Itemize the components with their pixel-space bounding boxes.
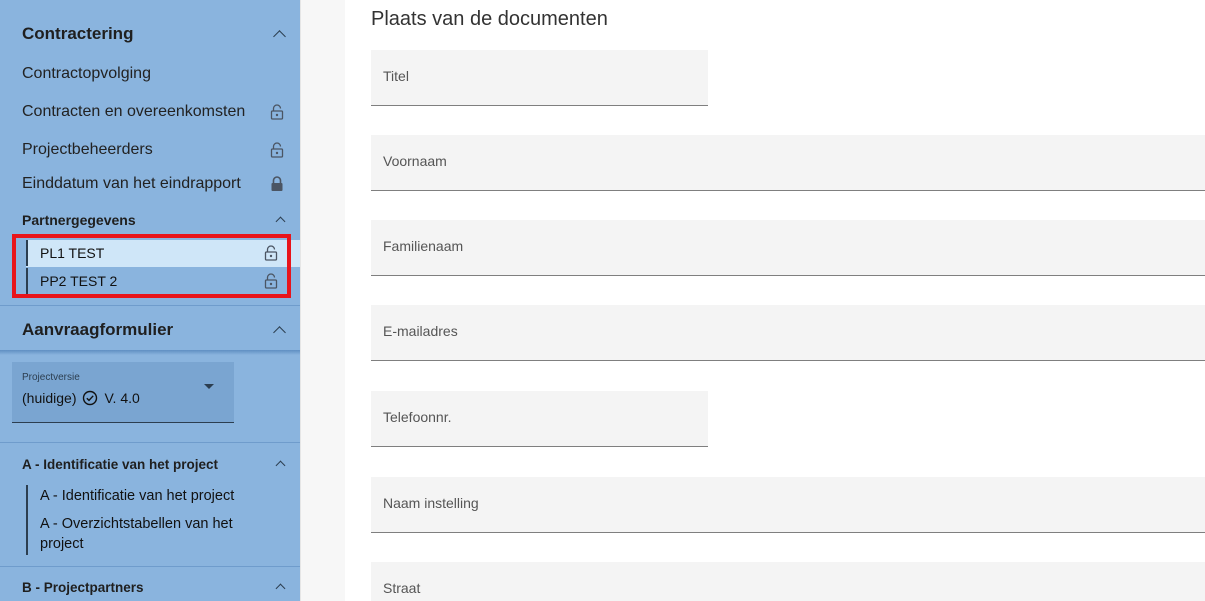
field-label: Voornaam [383, 153, 447, 169]
chevron-up-icon[interactable] [275, 583, 286, 594]
field-label: Telefoonnr. [383, 409, 452, 425]
sidebar-item-contractopvolging[interactable]: Contractopvolging [0, 60, 300, 88]
voornaam-field[interactable]: Voornaam [371, 135, 1205, 191]
section-header-b[interactable]: B - Projectpartners [0, 572, 300, 601]
familienaam-field[interactable]: Familienaam [371, 220, 1205, 276]
field-label: Familienaam [383, 238, 464, 254]
field-label: Straat [383, 580, 421, 596]
select-value-text: (huidige) [22, 390, 77, 406]
sidebar-item-label: Contractopvolging [22, 65, 151, 82]
project-version-select[interactable]: Projectversie (huidige) V. 4.0 [12, 362, 234, 423]
dropdown-caret-icon [204, 384, 214, 389]
chevron-up-icon[interactable] [273, 326, 286, 339]
titel-field[interactable]: Titel [371, 50, 708, 106]
divider [0, 566, 300, 567]
section-header-partnergegevens[interactable]: Partnergegevens [0, 205, 300, 235]
section-title: Partnergegevens [22, 212, 136, 228]
straat-field[interactable]: Straat [371, 562, 1205, 601]
unlocked-icon [270, 104, 284, 120]
unlocked-icon [270, 142, 284, 158]
chevron-up-icon[interactable] [273, 30, 286, 43]
section-title: B - Projectpartners [22, 579, 144, 595]
telefoon-field[interactable]: Telefoonnr. [371, 391, 708, 447]
section-title: A - Identificatie van het project [22, 456, 219, 472]
section-header-a[interactable]: A - Identificatie van het project [0, 449, 300, 479]
section-title: Contractering [22, 24, 134, 43]
field-label: Titel [383, 68, 409, 84]
chevron-up-icon[interactable] [275, 216, 286, 227]
chevron-up-icon[interactable] [275, 460, 286, 471]
email-field[interactable]: E-mailadres [371, 305, 1205, 361]
section-title: Aanvraagformulier [22, 320, 174, 339]
check-circle-icon [83, 390, 98, 406]
field-label: E-mailadres [383, 323, 458, 339]
tree-line [26, 485, 28, 555]
field-label: Naam instelling [383, 495, 479, 511]
section-header-aanvraagformulier[interactable]: Aanvraagformulier [0, 306, 300, 354]
naam-instelling-field[interactable]: Naam instelling [371, 477, 1205, 533]
sidebar-item-einddatum[interactable]: Einddatum van het eindrapport [0, 170, 300, 198]
divider [0, 442, 300, 443]
sidebar-item-label: Projectbeheerders [22, 141, 153, 158]
select-version-text: V. 4.0 [104, 390, 140, 406]
highlight-annotation-box [12, 234, 291, 298]
section-header-contractering[interactable]: Contractering [0, 10, 300, 58]
sidebar-item-projectbeheerders[interactable]: Projectbeheerders [0, 136, 300, 164]
sidebar-gutter [300, 0, 345, 601]
page-title: Plaats van de documenten [371, 8, 608, 30]
sidebar: Contractering Contractopvolging Contract… [0, 0, 300, 601]
select-value: (huidige) V. 4.0 [22, 390, 140, 406]
sidebar-item-a-overzichtstabellen[interactable]: A - Overzichtstabellen van het project [40, 514, 280, 554]
section-shadow [0, 350, 300, 355]
sidebar-item-contracten[interactable]: Contracten en overeenkomsten [0, 98, 300, 126]
sidebar-item-a-identificatie[interactable]: A - Identificatie van het project [40, 486, 280, 506]
lock-icon [271, 176, 283, 191]
select-label: Projectversie [22, 372, 80, 383]
sidebar-item-label: Contracten en overeenkomsten [22, 103, 246, 120]
sidebar-item-label: Einddatum van het eindrapport [22, 175, 241, 192]
